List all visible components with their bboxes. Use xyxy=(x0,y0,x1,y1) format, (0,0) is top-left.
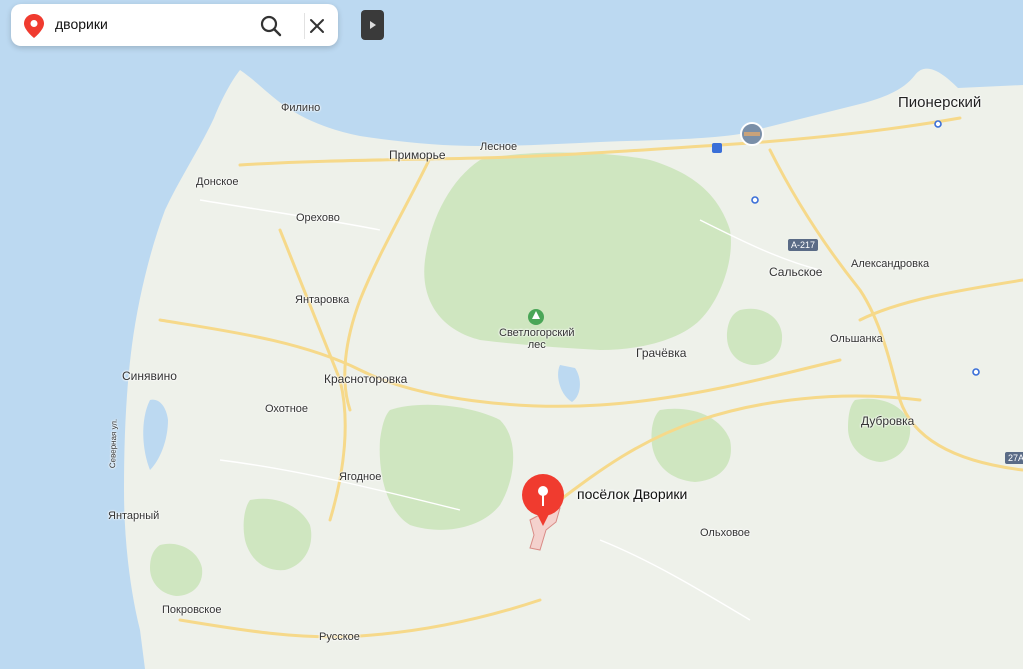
location-pin-icon xyxy=(522,474,564,526)
panel-toggle-button[interactable] xyxy=(361,10,384,40)
park-icon xyxy=(528,309,544,325)
city-dot xyxy=(972,368,980,376)
play-triangle-icon xyxy=(370,21,376,29)
place-label-aleksandrovka: Александровка xyxy=(851,258,930,270)
place-label-pionersky: Пионерский xyxy=(898,94,982,111)
selected-place-marker[interactable] xyxy=(521,474,565,530)
place-label-yantarny: Янтарный xyxy=(108,510,160,522)
place-label-filino: Филино xyxy=(281,102,321,114)
road-badge-27a: 27А xyxy=(1005,452,1023,464)
place-label-orekhovo: Орехово xyxy=(296,212,340,224)
place-label-yantarovka: Янтаровка xyxy=(295,294,350,306)
search-button[interactable] xyxy=(257,12,285,40)
place-label-sinyavino: Синявино xyxy=(122,369,177,383)
place-label-donskoe: Донское xyxy=(196,176,239,188)
place-label-primorye: Приморье xyxy=(389,148,446,162)
place-label-salskoe: Сальское xyxy=(769,265,823,279)
place-label-yagodnoe: Ягодное xyxy=(339,471,382,483)
place-label-lesnoe: Лесное xyxy=(480,141,518,153)
selected-place-label[interactable]: посёлок Дворики xyxy=(577,486,687,502)
magnifier-icon xyxy=(260,15,282,37)
clear-search-button[interactable] xyxy=(303,12,331,40)
place-label-russkoe: Русское xyxy=(319,631,360,643)
place-label-olshanka: Ольшанка xyxy=(830,333,883,345)
place-label-grachevka: Грачёвка xyxy=(636,346,687,360)
city-dot xyxy=(934,120,942,128)
place-label-krasnotorovka: Красноторовка xyxy=(324,372,408,386)
map-pin-icon xyxy=(24,14,44,38)
place-label-svetlogorsky-les: Светлогорский лес xyxy=(499,327,575,351)
city-dot xyxy=(751,196,759,204)
search-input[interactable]: дворики xyxy=(55,16,108,32)
search-box[interactable]: дворики xyxy=(11,4,338,46)
road-badge-a217: А-217 xyxy=(788,239,819,251)
street-label-severnaya: Северная ул. xyxy=(108,418,119,469)
bus-stop-icon[interactable] xyxy=(712,143,722,153)
place-label-okhotnoe: Охотное xyxy=(265,403,309,415)
place-label-olkhovoe: Ольховое xyxy=(700,527,751,539)
place-label-dubrovka: Дубровка xyxy=(861,414,915,428)
place-label-pokrovskoe: Покровское xyxy=(162,604,222,616)
close-icon xyxy=(310,19,324,33)
poi-photo-icon[interactable] xyxy=(740,122,764,146)
